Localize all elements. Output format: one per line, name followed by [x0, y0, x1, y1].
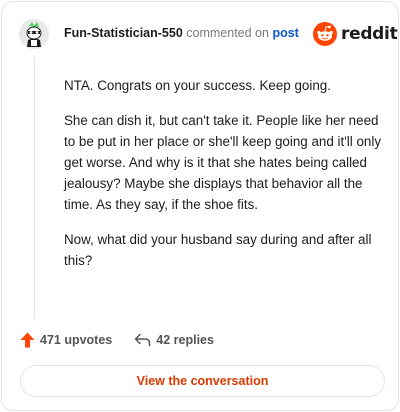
- avatar[interactable]: [19, 19, 49, 49]
- username[interactable]: Fun-Statistician-550: [64, 26, 183, 40]
- commented-on-text: commented on: [186, 26, 269, 40]
- comment-paragraph: NTA. Congrats on your success. Keep goin…: [64, 78, 331, 93]
- comment-paragraph: Now, what did your husband say during an…: [64, 232, 372, 268]
- reddit-logo[interactable]: reddit: [313, 22, 398, 46]
- upvotes-button[interactable]: 471 upvotes: [20, 332, 112, 348]
- thread-line: [34, 57, 35, 319]
- reply-arrow-icon: [135, 333, 151, 347]
- post-link[interactable]: post: [272, 26, 298, 40]
- comment-card: Fun-Statistician-550 commented on post r…: [1, 1, 399, 411]
- upvote-arrow-icon: [20, 332, 35, 348]
- reddit-snoo-icon: [313, 22, 337, 46]
- comment-body: NTA. Congrats on your success. Keep goin…: [64, 75, 386, 285]
- snoo-avatar-icon: [19, 19, 49, 49]
- comment-paragraph: She can dish it, but can't take it. Peop…: [64, 113, 382, 212]
- replies-count: 42 replies: [156, 333, 214, 347]
- reddit-wordmark: reddit: [341, 24, 398, 44]
- view-conversation-button[interactable]: View the conversation: [20, 365, 385, 397]
- upvotes-count: 471 upvotes: [40, 333, 113, 347]
- replies-button[interactable]: 42 replies: [134, 333, 214, 347]
- comment-actions: 471 upvotes 42 replies: [20, 332, 214, 348]
- comment-header: Fun-Statistician-550 commented on post: [64, 26, 299, 40]
